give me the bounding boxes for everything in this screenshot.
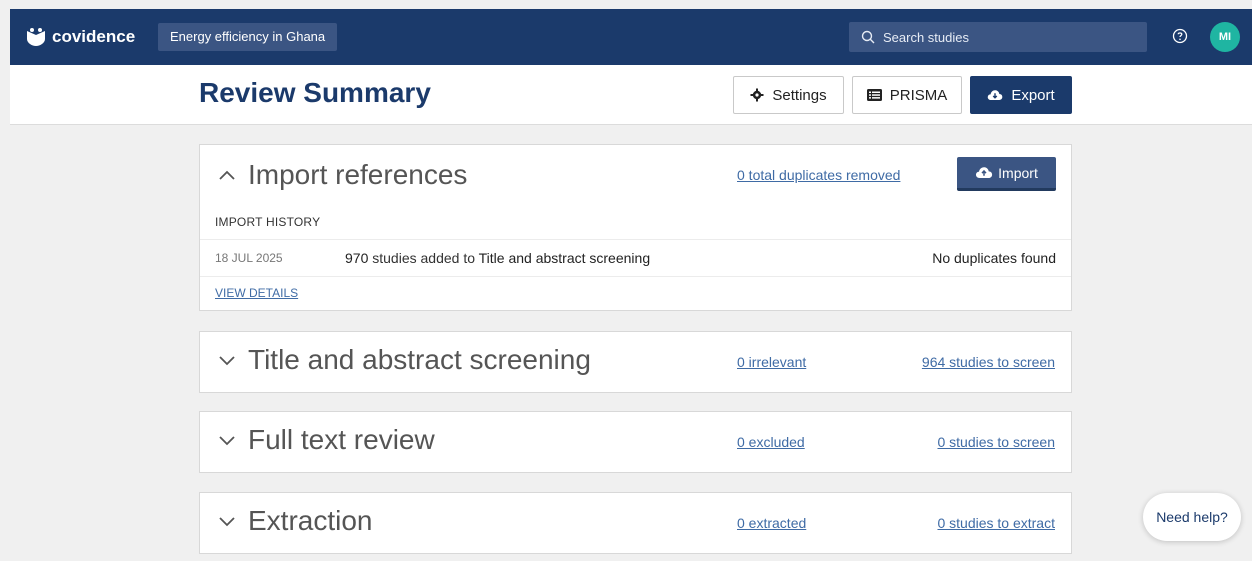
page-header: Review Summary Settings PRISMA Export: [10, 65, 1252, 125]
export-button[interactable]: Export: [970, 76, 1072, 114]
review-name-button[interactable]: Energy efficiency in Ghana: [158, 23, 338, 51]
user-avatar[interactable]: MI: [1210, 22, 1240, 52]
logo-icon: [27, 28, 45, 46]
search-input[interactable]: Search studies: [849, 22, 1147, 52]
extracted-link[interactable]: 0 extracted: [737, 515, 806, 531]
import-references-card: Import references 0 total duplicates rem…: [199, 144, 1072, 311]
full-text-review-card: Full text review 0 excluded 0 studies to…: [199, 411, 1072, 473]
excluded-link[interactable]: 0 excluded: [737, 434, 805, 450]
logo-text: covidence: [52, 27, 136, 46]
need-help-button[interactable]: Need help?: [1143, 493, 1241, 541]
top-nav-bar: covidence Energy efficiency in Ghana Sea…: [10, 9, 1252, 65]
list-icon: [866, 89, 882, 101]
history-text-middle: studies added to: [368, 250, 479, 266]
extraction-card: Extraction 0 extracted 0 studies to extr…: [199, 492, 1072, 554]
chevron-down-icon: [219, 436, 235, 446]
chevron-down-icon: [219, 517, 235, 527]
import-button[interactable]: Import: [957, 157, 1056, 191]
history-description: 970 studies added to Title and abstract …: [345, 250, 650, 266]
full-text-studies-link[interactable]: 0 studies to screen: [937, 434, 1055, 450]
studies-to-screen-link[interactable]: 964 studies to screen: [922, 354, 1055, 370]
history-status: No duplicates found: [932, 250, 1056, 266]
covidence-logo[interactable]: covidence: [26, 25, 135, 49]
card-title: Full text review: [248, 424, 435, 455]
import-references-toggle[interactable]: Import references: [218, 159, 467, 191]
title-abstract-toggle[interactable]: Title and abstract screening: [218, 344, 591, 376]
history-destination: Title and abstract screening: [478, 250, 651, 266]
cloud-download-icon: [988, 90, 1003, 100]
search-placeholder: Search studies: [883, 29, 969, 45]
gear-icon: [750, 88, 764, 102]
card-title: Import references: [248, 159, 468, 190]
duplicates-link[interactable]: 0 total duplicates removed: [737, 167, 900, 183]
card-title: Extraction: [248, 505, 373, 536]
export-label: Export: [1011, 86, 1055, 104]
import-history-heading: IMPORT HISTORY: [215, 215, 321, 229]
title-abstract-screening-card: Title and abstract screening 0 irrelevan…: [199, 331, 1072, 393]
card-title: Title and abstract screening: [248, 344, 591, 375]
chevron-up-icon: [219, 170, 235, 180]
irrelevant-link[interactable]: 0 irrelevant: [737, 354, 806, 370]
cloud-upload-icon: [976, 167, 993, 178]
chevron-down-icon: [219, 356, 235, 366]
import-history-row: 18 JUL 2025 970 studies added to Title a…: [200, 239, 1071, 277]
extraction-toggle[interactable]: Extraction: [218, 505, 373, 537]
history-count: 970: [345, 250, 369, 266]
import-label: Import: [998, 164, 1038, 181]
search-icon: [861, 30, 875, 44]
full-text-toggle[interactable]: Full text review: [218, 424, 435, 456]
page-title: Review Summary: [199, 77, 431, 108]
prisma-label: PRISMA: [889, 86, 948, 104]
settings-button[interactable]: Settings: [733, 76, 844, 114]
help-icon[interactable]: [1172, 28, 1188, 44]
prisma-button[interactable]: PRISMA: [852, 76, 962, 114]
settings-label: Settings: [772, 86, 827, 104]
studies-to-extract-link[interactable]: 0 studies to extract: [937, 515, 1055, 531]
view-details-link[interactable]: VIEW DETAILS: [215, 286, 298, 300]
history-date: 18 JUL 2025: [215, 251, 283, 265]
